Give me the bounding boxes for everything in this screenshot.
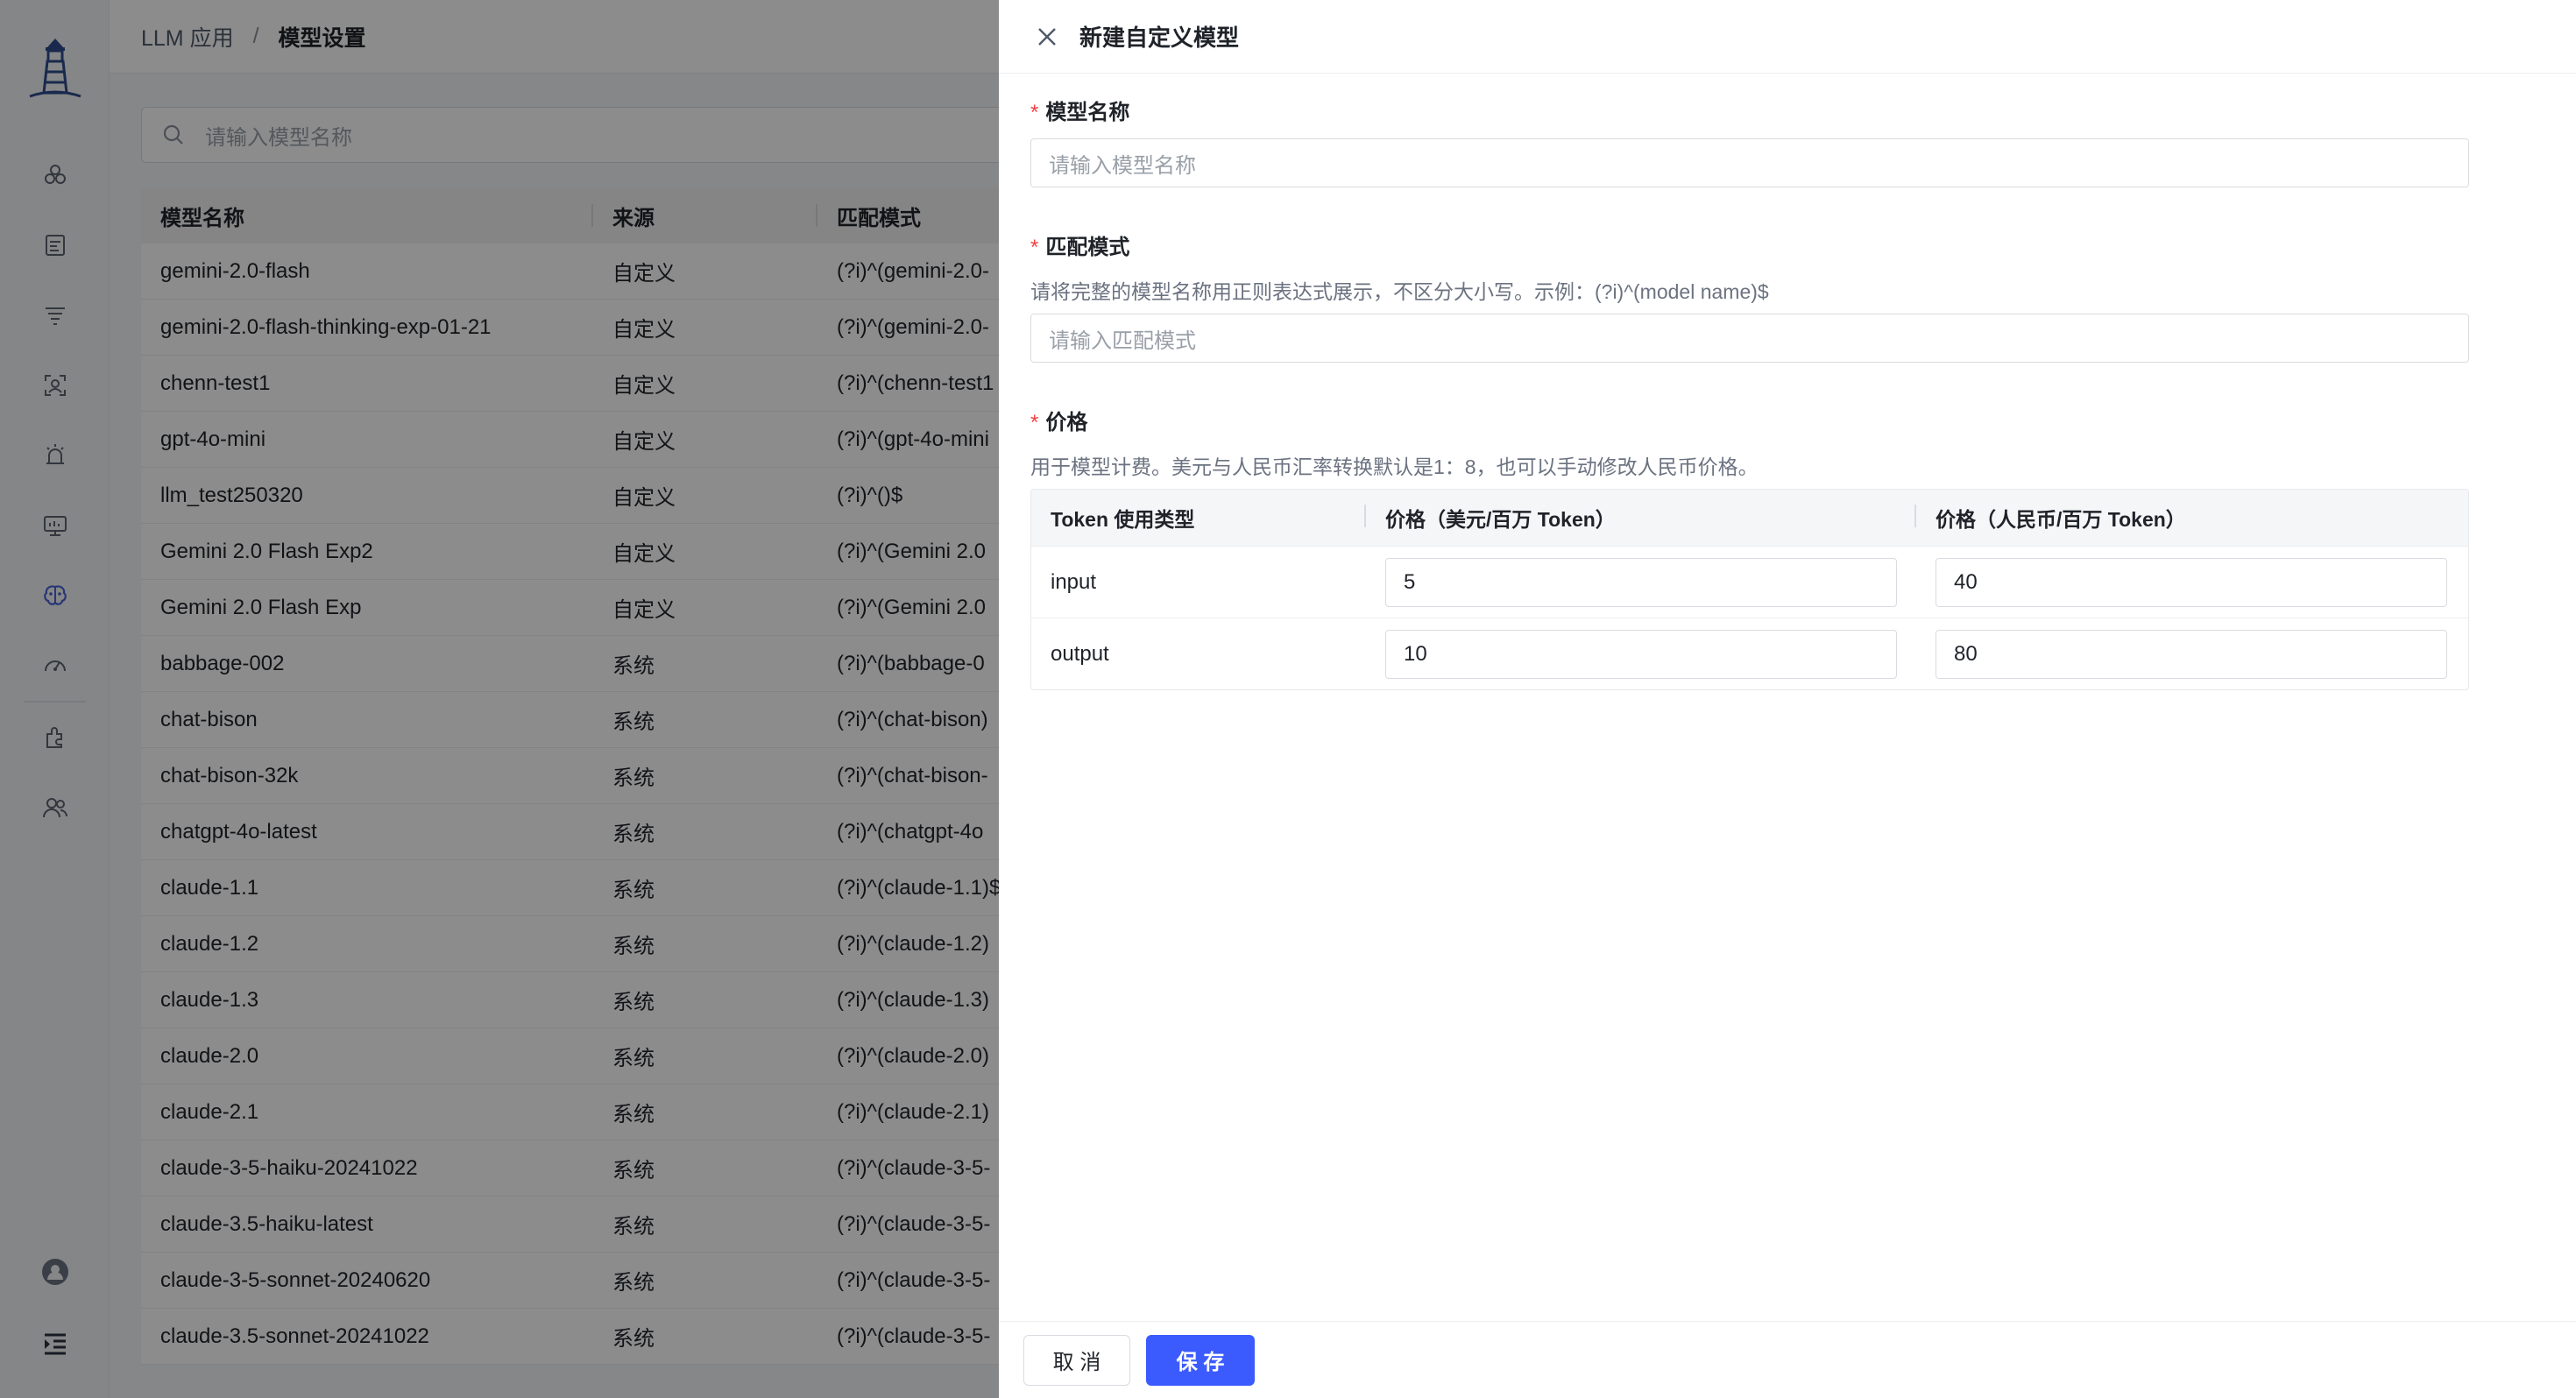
column-header-cny-price: 价格（人民币/百万 Token） (1936, 508, 2186, 531)
cny-price-cell: 40 (1916, 557, 2468, 607)
drawer-title: 新建自定义模型 (1079, 25, 1240, 51)
drawer-overlay-mask[interactable] (0, 0, 999, 1398)
price-row-input: input 5 40 (1031, 546, 2468, 618)
usd-price-input[interactable]: 5 (1385, 557, 1897, 607)
required-mark: * (1030, 236, 1039, 259)
price-hint: 用于模型计费。美元与人民币汇率转换默认是1：8，也可以手动修改人民币价格。 (1030, 455, 1759, 478)
drawer-footer: 取 消 保 存 (999, 1321, 2576, 1398)
model-name-label-text: 模型名称 (1045, 101, 1130, 124)
cancel-button[interactable]: 取 消 (1023, 1334, 1130, 1386)
usd-price-cell: 10 (1366, 629, 1916, 679)
model-name-placeholder: 请输入模型名称 (1049, 153, 1196, 178)
token-type-cell: input (1051, 569, 1097, 594)
drawer-header: 新建自定义模型 (999, 0, 2576, 74)
price-label-text: 价格 (1045, 411, 1088, 434)
pattern-label: * 匹配模式 (1030, 229, 1129, 260)
save-button[interactable]: 保 存 (1146, 1334, 1255, 1386)
required-mark: * (1030, 411, 1039, 434)
model-name-label: * 模型名称 (1030, 95, 1129, 125)
price-table: Token 使用类型 价格（美元/百万 Token） 价格（人民币/百万 Tok… (1030, 489, 2469, 690)
pattern-input[interactable]: 请输入匹配模式 (1030, 314, 2469, 363)
usd-price-cell: 5 (1366, 557, 1916, 607)
cny-price-input[interactable]: 80 (1936, 629, 2447, 679)
pattern-hint: 请将完整的模型名称用正则表达式展示，不区分大小写。示例：(?i)^(model … (1030, 280, 1769, 303)
pattern-label-text: 匹配模式 (1045, 236, 1130, 259)
column-header-usd-price: 价格（美元/百万 Token） (1366, 503, 1916, 533)
close-icon[interactable] (1034, 24, 1060, 50)
column-header-token-type: Token 使用类型 (1031, 503, 1366, 533)
model-name-input[interactable]: 请输入模型名称 (1030, 138, 2469, 187)
price-label: * 价格 (1030, 405, 1087, 435)
cny-price-input[interactable]: 40 (1936, 557, 2447, 607)
token-type-cell: output (1051, 641, 1109, 666)
price-table-header: Token 使用类型 价格（美元/百万 Token） 价格（人民币/百万 Tok… (1031, 490, 2468, 546)
cny-price-cell: 80 (1916, 629, 2468, 679)
pattern-placeholder: 请输入匹配模式 (1049, 328, 1196, 353)
create-model-drawer: 新建自定义模型 * 模型名称 请输入模型名称 * 匹配模式 请将完整的模型名称用正则… (999, 0, 2576, 1398)
usd-price-input[interactable]: 10 (1385, 629, 1897, 679)
price-row-output: output 10 80 (1031, 618, 2468, 689)
required-mark: * (1030, 101, 1039, 124)
